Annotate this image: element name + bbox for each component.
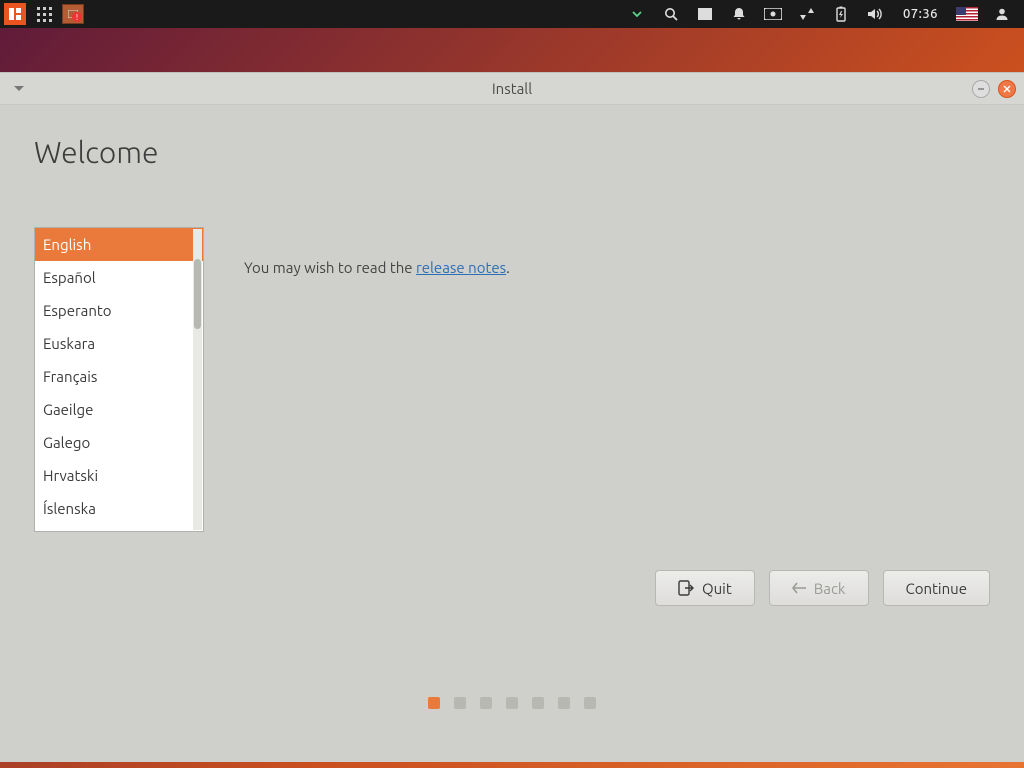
page-title: Welcome (34, 135, 990, 169)
workspace-icon[interactable] (695, 4, 715, 24)
warning-badge-icon: ! (72, 12, 82, 22)
notifications-icon[interactable] (729, 4, 749, 24)
network-icon[interactable] (797, 4, 817, 24)
quit-button[interactable]: Quit (655, 570, 755, 606)
back-label: Back (814, 580, 846, 597)
back-button[interactable]: Back (769, 570, 869, 606)
exit-icon (678, 580, 694, 596)
progress-step-dots (428, 697, 596, 709)
language-option[interactable]: Galego (35, 426, 203, 459)
language-option[interactable]: Euskara (35, 327, 203, 360)
continue-button[interactable]: Continue (883, 570, 990, 606)
language-option[interactable]: English (35, 228, 203, 261)
system-top-panel: ! 07:36 (0, 0, 1024, 28)
step-dot (584, 697, 596, 709)
window-titlebar: Install (0, 73, 1024, 105)
language-option[interactable]: Español (35, 261, 203, 294)
language-listbox[interactable]: EnglishEspañolEsperantoEuskaraFrançaisGa… (34, 227, 204, 532)
listbox-scrollbar[interactable] (193, 229, 202, 530)
user-icon[interactable] (992, 4, 1012, 24)
step-dot (428, 697, 440, 709)
installer-window: Install Welcome EnglishEspañolEsperantoE… (0, 72, 1024, 762)
language-option[interactable]: Hrvatski (35, 459, 203, 492)
step-dot (532, 697, 544, 709)
step-dot (454, 697, 466, 709)
battery-icon[interactable] (831, 4, 851, 24)
app-grid-icon[interactable] (34, 4, 54, 24)
chevron-down-icon[interactable] (627, 4, 647, 24)
minimize-button[interactable] (972, 80, 990, 98)
quit-label: Quit (702, 580, 732, 597)
display-icon[interactable] (763, 4, 783, 24)
clock[interactable]: 07:36 (903, 7, 938, 21)
step-dot (558, 697, 570, 709)
continue-label: Continue (906, 580, 967, 597)
step-dot (506, 697, 518, 709)
window-menu-dropdown[interactable] (8, 78, 30, 100)
release-notes-link[interactable]: release notes (416, 259, 506, 276)
release-prefix: You may wish to read the (244, 259, 416, 276)
language-option[interactable]: Français (35, 360, 203, 393)
release-suffix: . (506, 259, 510, 276)
scrollbar-thumb[interactable] (194, 259, 201, 329)
language-option[interactable]: Gaeilge (35, 393, 203, 426)
release-notes-text: You may wish to read the release notes. (244, 227, 510, 276)
language-option[interactable]: Íslenska (35, 492, 203, 525)
search-icon[interactable] (661, 4, 681, 24)
keyboard-layout-flag-icon[interactable] (956, 7, 978, 21)
arrow-left-icon (792, 582, 806, 594)
volume-icon[interactable] (865, 4, 885, 24)
language-option[interactable]: Esperanto (35, 294, 203, 327)
tray-app-icon[interactable]: ! (62, 4, 84, 24)
close-button[interactable] (998, 80, 1016, 98)
step-dot (480, 697, 492, 709)
launcher-icon[interactable] (4, 3, 26, 25)
language-option[interactable]: Italiano (35, 525, 203, 532)
window-title: Install (492, 80, 532, 97)
